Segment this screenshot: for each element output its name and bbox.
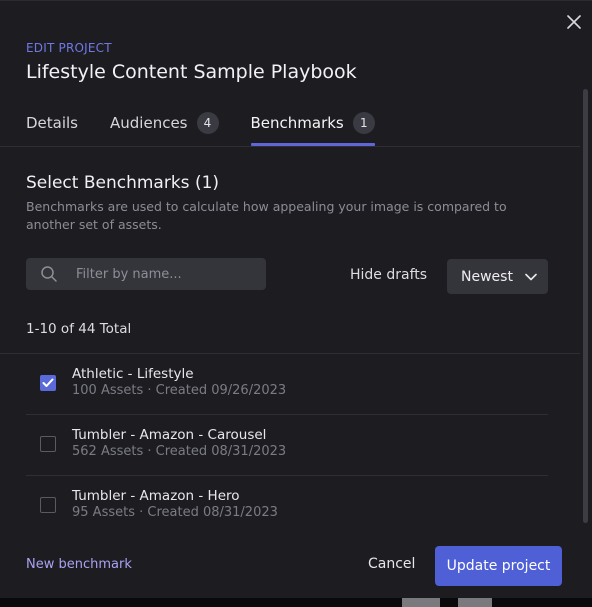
list-item[interactable]: Tumbler - Amazon - Carousel 562 Assets ·…: [26, 415, 548, 476]
results-count: 1-10 of 44 Total: [26, 321, 132, 337]
tab-label: Audiences: [110, 114, 188, 132]
list-item[interactable]: Athletic - Lifestyle 100 Assets · Create…: [26, 354, 548, 415]
benchmark-list: Athletic - Lifestyle 100 Assets · Create…: [26, 354, 548, 530]
close-button[interactable]: [564, 12, 584, 32]
update-project-button[interactable]: Update project: [435, 546, 562, 586]
edit-project-modal: EDIT PROJECT Lifestyle Content Sample Pl…: [0, 0, 592, 599]
search-icon: [40, 264, 60, 284]
item-name: Athletic - Lifestyle: [72, 366, 194, 382]
tab-divider: [0, 146, 580, 147]
tab-label: Benchmarks: [250, 114, 344, 132]
close-icon: [567, 15, 581, 29]
modal-footer: New benchmark Cancel Update project: [0, 530, 592, 599]
tab-audiences[interactable]: Audiences 4: [110, 101, 219, 145]
background-thumbnail: [402, 598, 440, 607]
cancel-button[interactable]: Cancel: [368, 556, 415, 572]
new-benchmark-link[interactable]: New benchmark: [26, 557, 132, 572]
count-badge: 4: [196, 112, 219, 134]
hide-drafts-toggle[interactable]: Hide drafts: [350, 267, 427, 283]
section-title: Select Benchmarks (1): [26, 173, 220, 193]
list-item[interactable]: Tumbler - Amazon - Hero 95 Assets · Crea…: [26, 476, 548, 530]
background-thumbnail: [458, 598, 492, 607]
item-name: Tumbler - Amazon - Carousel: [72, 427, 267, 443]
item-meta: 562 Assets · Created 08/31/2023: [72, 444, 287, 459]
search-box[interactable]: [26, 258, 266, 290]
checkbox[interactable]: [40, 436, 56, 452]
scrollbar[interactable]: [583, 89, 588, 523]
tab-benchmarks[interactable]: Benchmarks 1: [250, 101, 376, 146]
search-input[interactable]: [74, 265, 258, 283]
sort-label: Newest: [461, 268, 513, 285]
modal-eyebrow: EDIT PROJECT: [26, 41, 112, 55]
background-overlay: [0, 598, 592, 607]
tab-label: Details: [26, 114, 79, 132]
tab-details[interactable]: Details: [26, 101, 78, 145]
modal-title: Lifestyle Content Sample Playbook: [26, 61, 357, 83]
item-meta: 100 Assets · Created 09/26/2023: [72, 383, 287, 398]
item-meta: 95 Assets · Created 08/31/2023: [72, 505, 278, 520]
sort-dropdown[interactable]: Newest: [447, 259, 548, 294]
chevron-down-icon: [525, 273, 537, 280]
tab-bar: Details Audiences 4 Benchmarks 1: [26, 101, 376, 147]
checkbox[interactable]: [40, 375, 56, 391]
check-icon: [42, 378, 54, 387]
checkbox[interactable]: [40, 497, 56, 513]
section-description: Benchmarks are used to calculate how app…: [26, 199, 507, 232]
item-name: Tumbler - Amazon - Hero: [72, 488, 240, 504]
count-badge: 1: [352, 112, 375, 134]
